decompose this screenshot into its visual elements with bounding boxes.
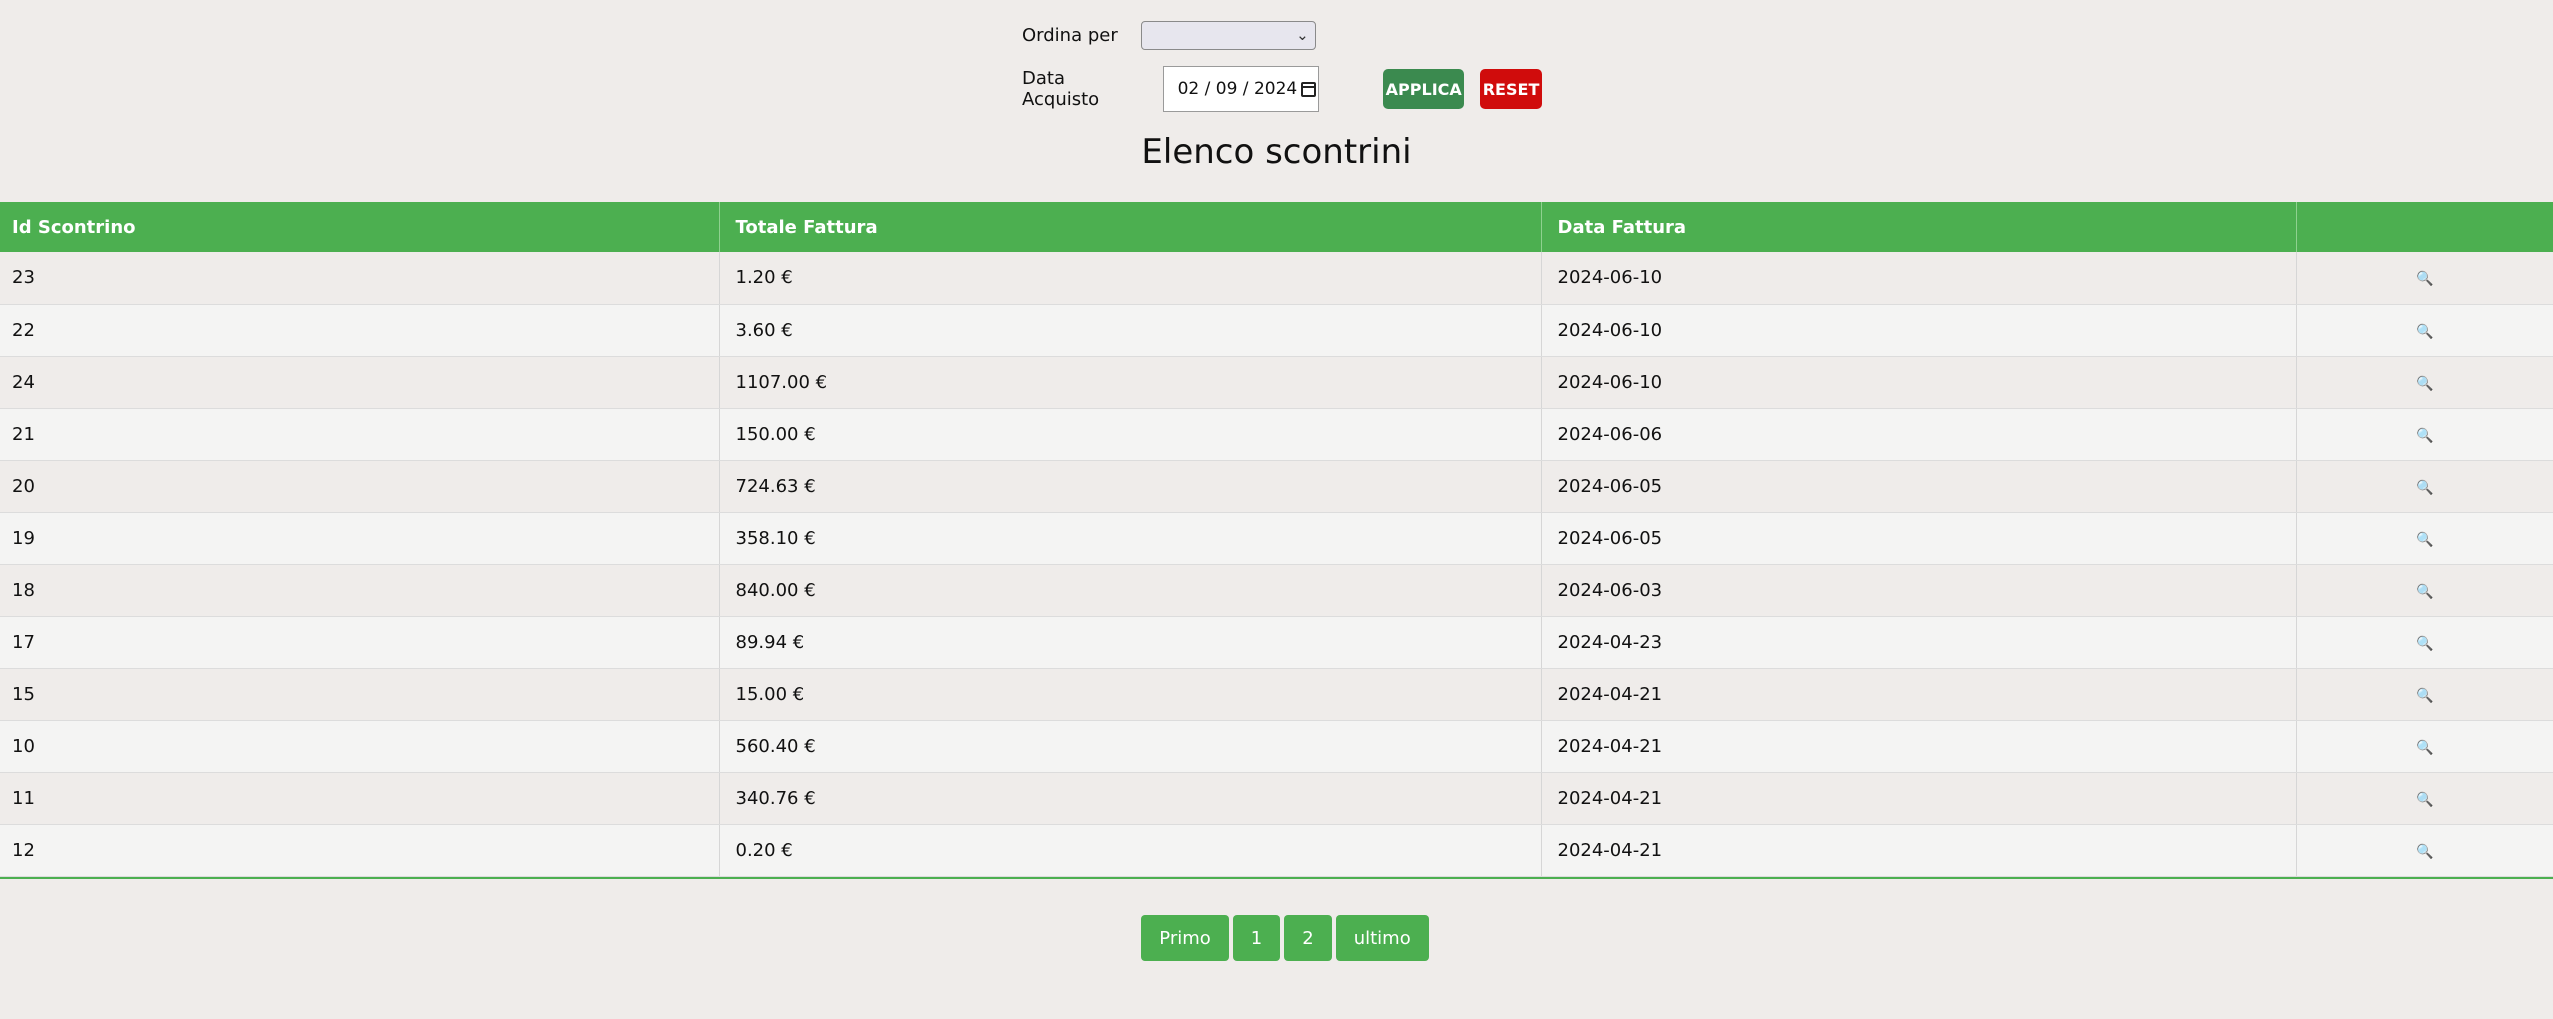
search-icon[interactable]: 🔍 [2416, 792, 2433, 808]
receipts-table-container: Id Scontrino Totale Fattura Data Fattura… [0, 202, 2553, 879]
cell-total: 724.63 € [719, 460, 1542, 513]
page: Ordina per ⌄ Data Acquisto 02 / 09 / 202… [0, 0, 2553, 1019]
cell-total: 358.10 € [719, 512, 1542, 565]
table-row: 15 15.00 €2024-04-21 🔍 [0, 668, 2553, 721]
cell-id: 23 [0, 252, 720, 305]
cell-total: 0.20 € [719, 824, 1542, 877]
table-body: 23 1.20 €2024-06-10 🔍 22 3.60 €2024-06-10 🔍 24… [0, 252, 2553, 877]
search-icon[interactable]: 🔍 [2416, 636, 2433, 652]
first-page-button[interactable]: Primo [1141, 915, 1229, 961]
cell-id: 24 [0, 356, 720, 409]
table-row: 20 724.63 €2024-06-05 🔍 [0, 460, 2553, 513]
table-header-row: Id Scontrino Totale Fattura Data Fattura [0, 202, 2553, 252]
cell-date: 2024-04-23 [1541, 616, 2297, 669]
search-icon[interactable]: 🔍 [2416, 740, 2433, 756]
table-row: 22 3.60 €2024-06-10 🔍 [0, 304, 2553, 357]
order-label: Ordina per [1022, 24, 1118, 46]
cell-action: 🔍 [2296, 512, 2553, 565]
cell-date: 2024-06-05 [1541, 512, 2297, 565]
cell-date: 2024-06-10 [1541, 304, 2297, 357]
cell-action: 🔍 [2296, 356, 2553, 409]
column-header-date: Data Fattura [1541, 202, 2297, 252]
cell-date: 2024-04-21 [1541, 824, 2297, 877]
cell-date: 2024-06-10 [1541, 356, 2297, 409]
calendar-icon[interactable] [1301, 81, 1317, 97]
cell-total: 560.40 € [719, 720, 1542, 773]
cell-date: 2024-06-06 [1541, 408, 2297, 461]
table-row: 21 150.00 €2024-06-06 🔍 [0, 408, 2553, 461]
search-icon[interactable]: 🔍 [2416, 688, 2433, 704]
order-row: Ordina per ⌄ [1022, 20, 1542, 50]
table-row: 18 840.00 €2024-06-03 🔍 [0, 564, 2553, 617]
cell-action: 🔍 [2296, 824, 2553, 877]
last-page-button[interactable]: ultimo [1335, 915, 1429, 961]
table-row: 12 0.20 €2024-04-21 🔍 [0, 824, 2553, 877]
cell-total: 15.00 € [719, 668, 1542, 721]
search-icon[interactable]: 🔍 [2416, 324, 2433, 340]
receipts-table: Id Scontrino Totale Fattura Data Fattura… [0, 202, 2553, 877]
search-icon[interactable]: 🔍 [2416, 532, 2433, 548]
page-button-2[interactable]: 2 [1284, 915, 1332, 961]
purchase-date-input[interactable]: 02 / 09 / 2024 [1162, 66, 1320, 112]
chevron-down-icon: ⌄ [1296, 25, 1309, 44]
cell-action: 🔍 [2296, 720, 2553, 773]
pagination: Primo 1 2 ultimo [0, 915, 2553, 961]
cell-total: 1107.00 € [719, 356, 1542, 409]
search-icon[interactable]: 🔍 [2416, 480, 2433, 496]
filter-panel: Ordina per ⌄ Data Acquisto 02 / 09 / 202… [1022, 20, 1542, 112]
cell-action: 🔍 [2296, 460, 2553, 513]
cell-action: 🔍 [2296, 668, 2553, 721]
cell-date: 2024-06-10 [1541, 252, 2297, 305]
date-label: Data Acquisto [1022, 68, 1100, 110]
cell-id: 17 [0, 616, 720, 669]
cell-total: 89.94 € [719, 616, 1542, 669]
date-row: Data Acquisto 02 / 09 / 2024 APPLICA RES… [1022, 66, 1542, 112]
search-icon[interactable]: 🔍 [2416, 271, 2433, 287]
cell-action: 🔍 [2296, 304, 2553, 357]
cell-action: 🔍 [2296, 252, 2553, 305]
cell-id: 10 [0, 720, 720, 773]
cell-action: 🔍 [2296, 616, 2553, 669]
cell-total: 340.76 € [719, 772, 1542, 825]
cell-id: 19 [0, 512, 720, 565]
cell-date: 2024-04-21 [1541, 668, 2297, 721]
cell-id: 18 [0, 564, 720, 617]
cell-date: 2024-06-03 [1541, 564, 2297, 617]
cell-action: 🔍 [2296, 772, 2553, 825]
page-title: Elenco scontrini [1141, 132, 1412, 172]
column-header-id: Id Scontrino [0, 202, 720, 252]
purchase-date-value: 02 / 09 / 2024 [1177, 79, 1298, 99]
cell-action: 🔍 [2296, 564, 2553, 617]
search-icon[interactable]: 🔍 [2416, 584, 2433, 600]
reset-button[interactable]: RESET [1480, 69, 1542, 109]
cell-action: 🔍 [2296, 408, 2553, 461]
cell-id: 11 [0, 772, 720, 825]
table-row: 11 340.76 €2024-04-21 🔍 [0, 772, 2553, 825]
column-header-actions [2296, 202, 2553, 252]
column-header-total: Totale Fattura [719, 202, 1542, 252]
cell-date: 2024-06-05 [1541, 460, 2297, 513]
cell-total: 840.00 € [719, 564, 1542, 617]
order-select[interactable]: ⌄ [1140, 20, 1316, 50]
table-row: 23 1.20 €2024-06-10 🔍 [0, 252, 2553, 305]
cell-total: 1.20 € [719, 252, 1542, 305]
cell-id: 15 [0, 668, 720, 721]
cell-id: 22 [0, 304, 720, 357]
search-icon[interactable]: 🔍 [2416, 844, 2433, 860]
cell-id: 20 [0, 460, 720, 513]
table-row: 19 358.10 €2024-06-05 🔍 [0, 512, 2553, 565]
table-row: 10 560.40 €2024-04-21 🔍 [0, 720, 2553, 773]
cell-date: 2024-04-21 [1541, 772, 2297, 825]
cell-id: 12 [0, 824, 720, 877]
table-row: 17 89.94 €2024-04-23 🔍 [0, 616, 2553, 669]
cell-date: 2024-04-21 [1541, 720, 2297, 773]
search-icon[interactable]: 🔍 [2416, 428, 2433, 444]
cell-id: 21 [0, 408, 720, 461]
search-icon[interactable]: 🔍 [2416, 376, 2433, 392]
page-button-1[interactable]: 1 [1232, 915, 1281, 961]
cell-total: 3.60 € [719, 304, 1542, 357]
cell-total: 150.00 € [719, 408, 1542, 461]
table-row: 24 1107.00 €2024-06-10 🔍 [0, 356, 2553, 409]
apply-button[interactable]: APPLICA [1383, 69, 1465, 109]
